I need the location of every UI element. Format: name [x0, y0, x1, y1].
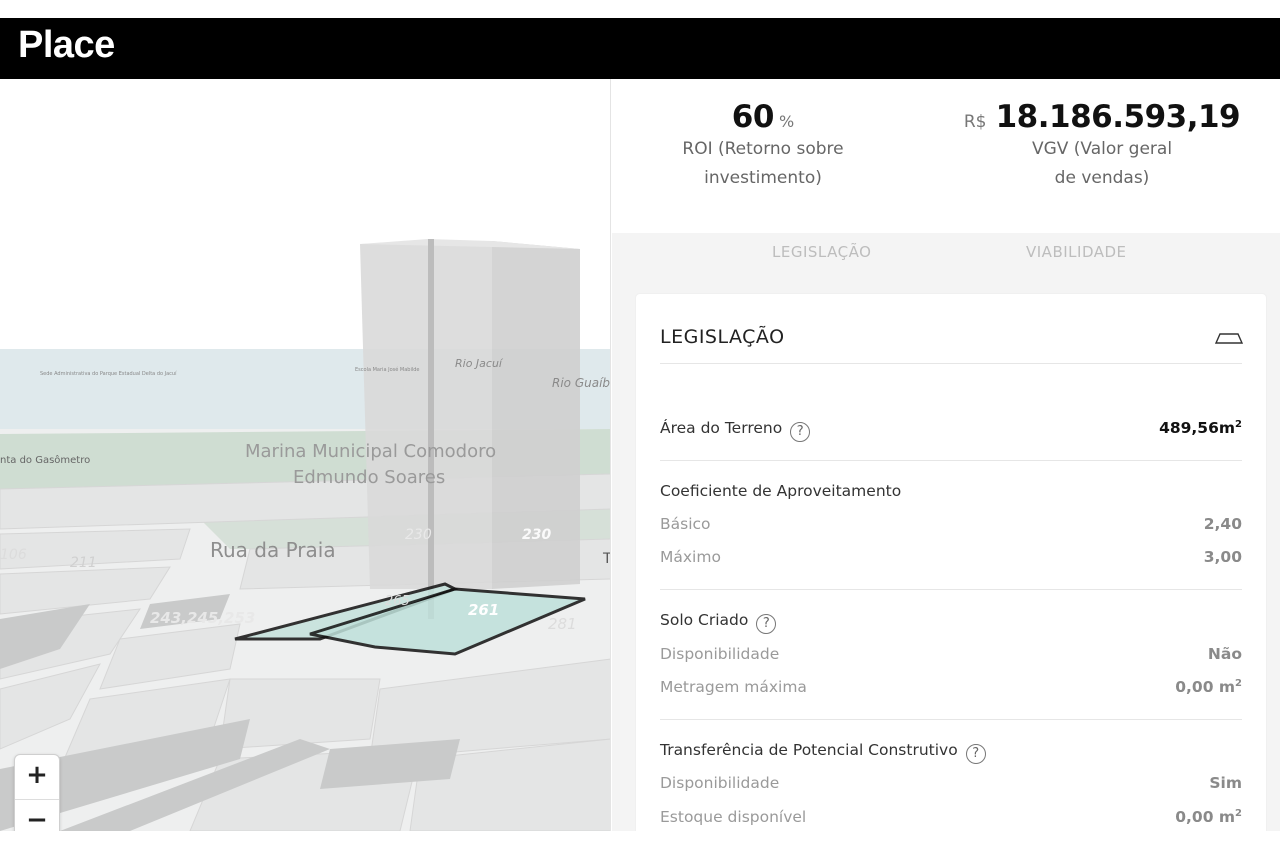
solo-disp-label: Disponibilidade: [660, 645, 780, 663]
card-title: LEGISLAÇÃO: [660, 326, 785, 348]
row-solo-disp: Disponibilidade Não: [660, 645, 1242, 669]
row-area-terreno: Área do Terreno? 489,56m2: [660, 419, 1242, 443]
coef-maximo-value: 3,00: [1203, 548, 1242, 566]
row-transf-header: Transferência de Potencial Construtivo?: [660, 741, 1242, 765]
row-coef-maximo: Máximo 3,00: [660, 548, 1242, 572]
divider: [660, 719, 1242, 720]
map-label-escola: Escola Maria José Mabilde: [355, 366, 419, 373]
row-transf-disp: Disponibilidade Sim: [660, 774, 1242, 798]
map-label-marina-2: Edmundo Soares: [293, 467, 445, 488]
kpi-roi: 60 % ROI (Retorno sobre investimento): [652, 99, 874, 193]
legislacao-card: LEGISLAÇÃO Área do Terreno? 489,56m2 Coe…: [636, 294, 1266, 831]
row-solo-metragem: Metragem máxima 0,00 m2: [660, 678, 1242, 702]
coef-basico-label: Básico: [660, 515, 711, 533]
details-panel: 60 % ROI (Retorno sobre investimento) R$…: [612, 79, 1280, 831]
map-label-rio-guaiba: Rio Guaíb: [552, 376, 610, 390]
solo-met-sup: 2: [1235, 678, 1242, 689]
zoom-out-button[interactable]: −: [15, 799, 59, 831]
transf-disp-label: Disponibilidade: [660, 774, 780, 792]
map-label-261: 261: [468, 601, 499, 619]
map-canvas[interactable]: Rio Jacuí Rio Guaíb Escola Maria José Ma…: [0, 79, 611, 831]
solo-label: Solo Criado: [660, 611, 749, 629]
map-label-106: 106: [0, 547, 27, 563]
zoom-in-button[interactable]: +: [15, 755, 59, 799]
row-coef-basico: Básico 2,40: [660, 515, 1242, 539]
vgv-label-line1: VGV (Valor geral: [1031, 139, 1173, 159]
divider: [660, 460, 1242, 461]
tab-viabilidade[interactable]: VIABILIDADE: [1026, 243, 1127, 261]
map-label-sede: Sede Administrativa do Parque Estadual D…: [40, 370, 177, 377]
kpi-vgv: R$ 18.186.593,19 VGV (Valor geral de ven…: [962, 99, 1242, 193]
transf-est-sup: 2: [1235, 808, 1242, 819]
transf-est-value: 0,00 m: [1175, 808, 1236, 827]
map-label-rua: Rua da Praia: [210, 538, 336, 562]
coef-label: Coeficiente de Aproveitamento: [660, 482, 902, 500]
area-label: Área do Terreno: [660, 419, 783, 437]
divider: [660, 589, 1242, 590]
map-label-281: 281: [548, 615, 577, 633]
row-solo-header: Solo Criado?: [660, 611, 1242, 635]
map-label-265: 265: [385, 594, 410, 609]
brand-logo[interactable]: Place: [18, 24, 115, 67]
solo-met-value: 0,00 m: [1175, 678, 1236, 697]
app-root: Place Rio Jacuí Rio Guaíb Escola Maria J…: [0, 0, 1280, 853]
map-label-rio-jacui: Rio Jacuí: [455, 357, 504, 370]
top-bar: Place: [0, 18, 1280, 79]
transf-est-label: Estoque disponível: [660, 808, 807, 826]
map-label-gasometro: nta do Gasômetro: [0, 454, 90, 466]
help-icon[interactable]: ?: [790, 422, 811, 442]
roi-unit: %: [779, 112, 795, 131]
divider: [660, 363, 1242, 364]
map-label-230a: 230: [405, 527, 432, 543]
help-icon[interactable]: ?: [965, 744, 986, 764]
area-sup: 2: [1235, 419, 1242, 430]
map-label-243: 243,245,253: [150, 609, 255, 627]
vgv-currency: R$: [963, 112, 987, 132]
tab-legislacao[interactable]: LEGISLAÇÃO: [772, 243, 871, 261]
solo-met-label: Metragem máxima: [660, 678, 807, 696]
roi-label-line2: investimento): [704, 168, 822, 188]
coef-maximo-label: Máximo: [660, 548, 721, 566]
area-value: 489,56m: [1159, 419, 1236, 438]
transf-disp-value: Sim: [1209, 774, 1242, 792]
coef-basico-value: 2,40: [1203, 515, 1242, 533]
zoom-control: + −: [14, 754, 60, 831]
vgv-value: 18.186.593,19: [995, 99, 1241, 135]
map-tower-edge: [428, 239, 434, 619]
map-label-t: T: [602, 551, 611, 567]
row-transf-estoque: Estoque disponível 0,00 m2: [660, 808, 1242, 831]
solo-disp-value: Não: [1207, 645, 1242, 663]
map-label-230b: 230: [522, 527, 551, 543]
help-icon[interactable]: ?: [756, 614, 777, 634]
transf-label: Transferência de Potencial Construtivo: [660, 741, 958, 759]
row-coef-header: Coeficiente de Aproveitamento: [660, 482, 1242, 506]
map-view[interactable]: Rio Jacuí Rio Guaíb Escola Maria José Ma…: [0, 79, 611, 831]
vgv-label-line2: de vendas): [1054, 168, 1150, 188]
map-label-marina-1: Marina Municipal Comodoro: [245, 441, 496, 462]
collapse-tray-icon[interactable]: [1214, 331, 1244, 345]
map-label-211: 211: [70, 555, 97, 571]
roi-label-line1: ROI (Retorno sobre: [682, 139, 844, 159]
roi-value: 60: [731, 99, 775, 135]
